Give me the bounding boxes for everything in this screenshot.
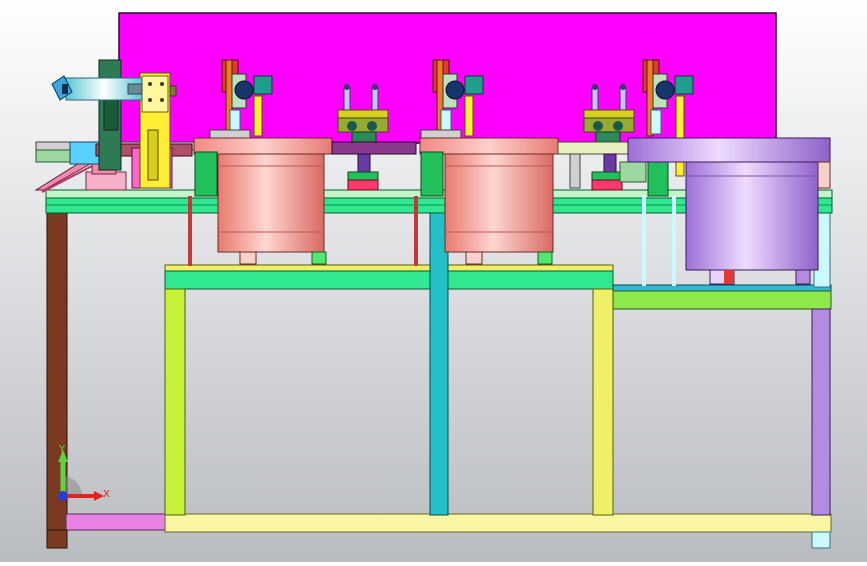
- right-beam: [612, 290, 832, 310]
- upright-right-lavender: [811, 308, 831, 516]
- bottom-rail-main: [164, 513, 832, 533]
- upright-center: [429, 211, 449, 516]
- machine-assembly-drawing: Y X: [0, 0, 867, 562]
- triad-x-label: X: [103, 489, 110, 500]
- mid-table-beam: [164, 270, 614, 290]
- triad-z-axis: [58, 491, 68, 501]
- mid-table-top: [164, 264, 614, 272]
- upright-right-yellow: [592, 288, 614, 516]
- bowl-3-body: [685, 161, 819, 271]
- cad-viewport[interactable]: Y X: [0, 0, 867, 562]
- bowl-3-rim: [627, 137, 831, 163]
- bottom-rail-left: [65, 513, 167, 531]
- upright-left: [164, 288, 186, 516]
- left-foot: [46, 529, 68, 549]
- bowl-1-body: [217, 153, 325, 253]
- bowl-2-body: [444, 153, 554, 253]
- triad-y-label: Y: [58, 444, 66, 455]
- right-foot: [811, 531, 831, 549]
